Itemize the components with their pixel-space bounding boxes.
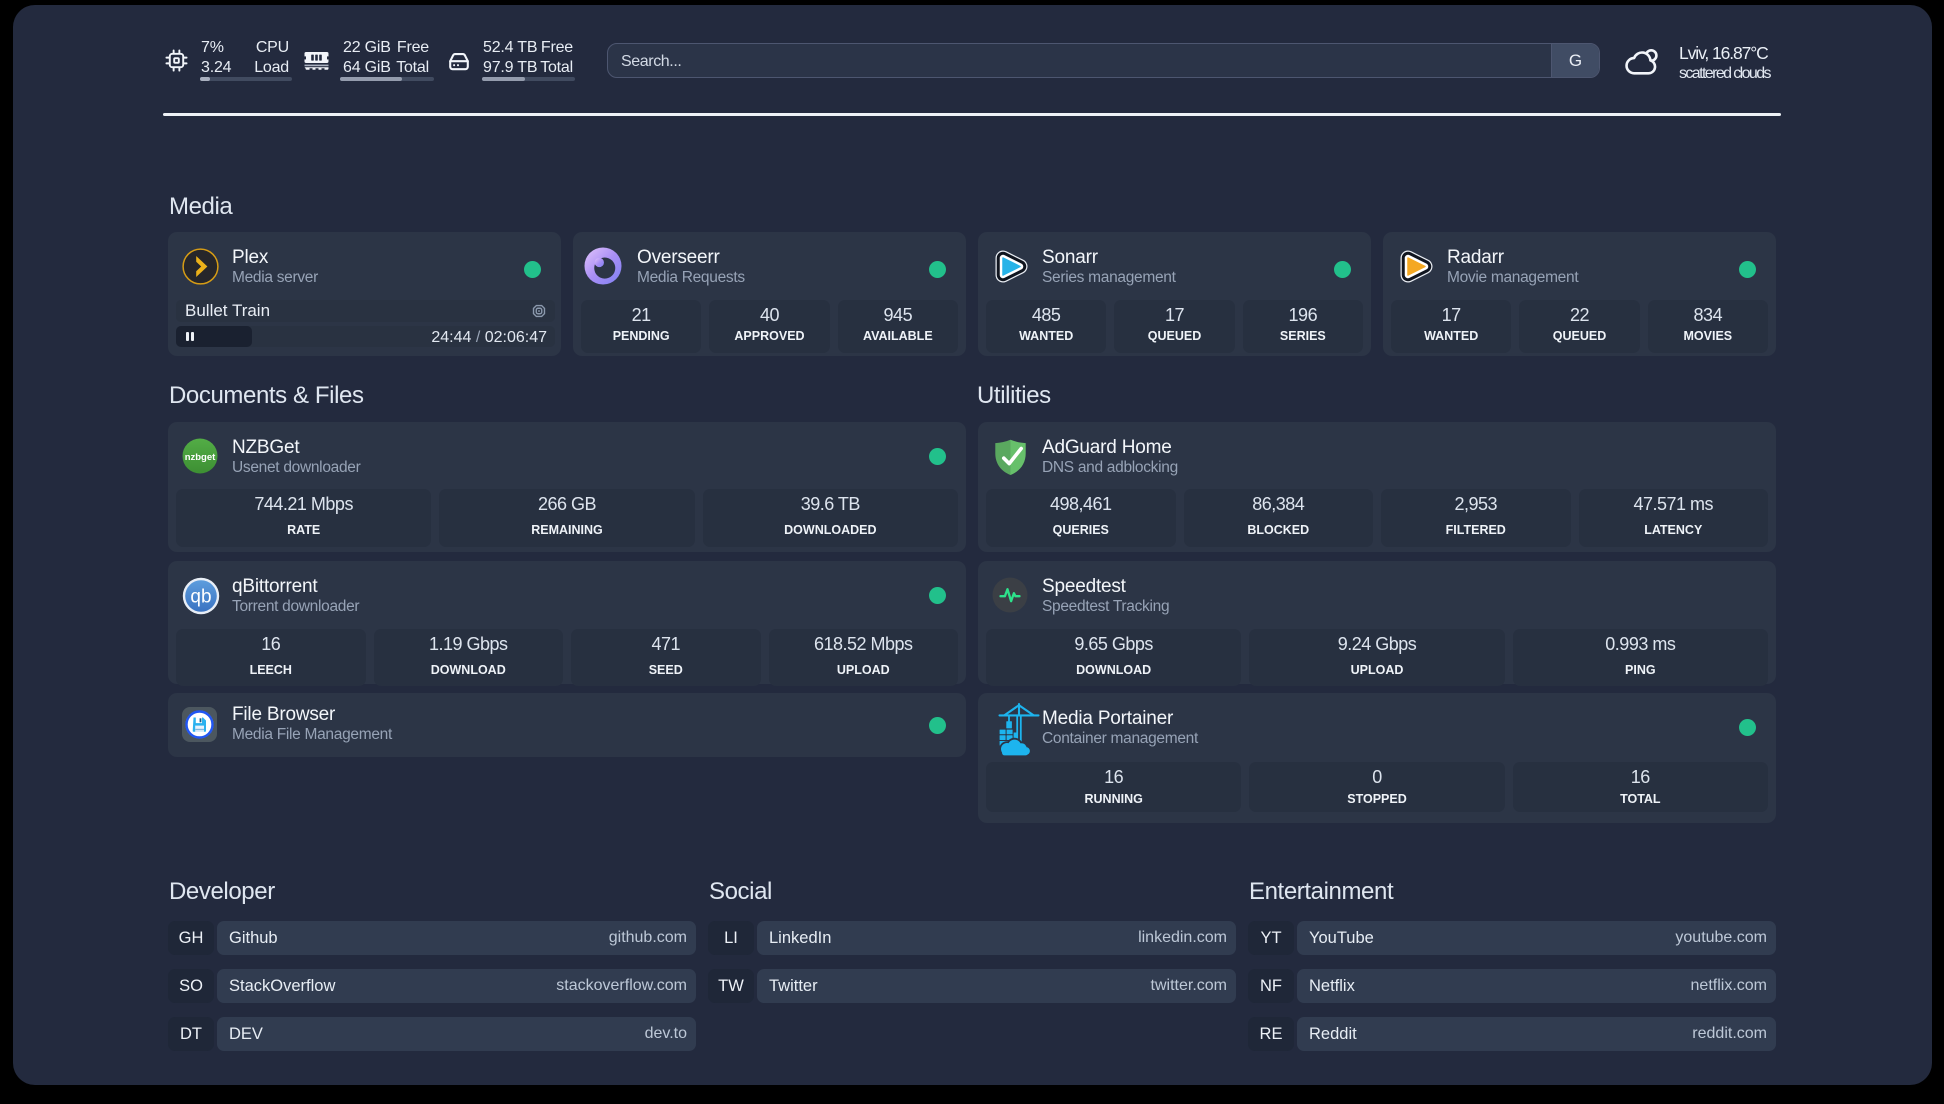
svg-text:qb: qb [190,587,211,608]
svg-text:nzbget: nzbget [185,452,216,463]
